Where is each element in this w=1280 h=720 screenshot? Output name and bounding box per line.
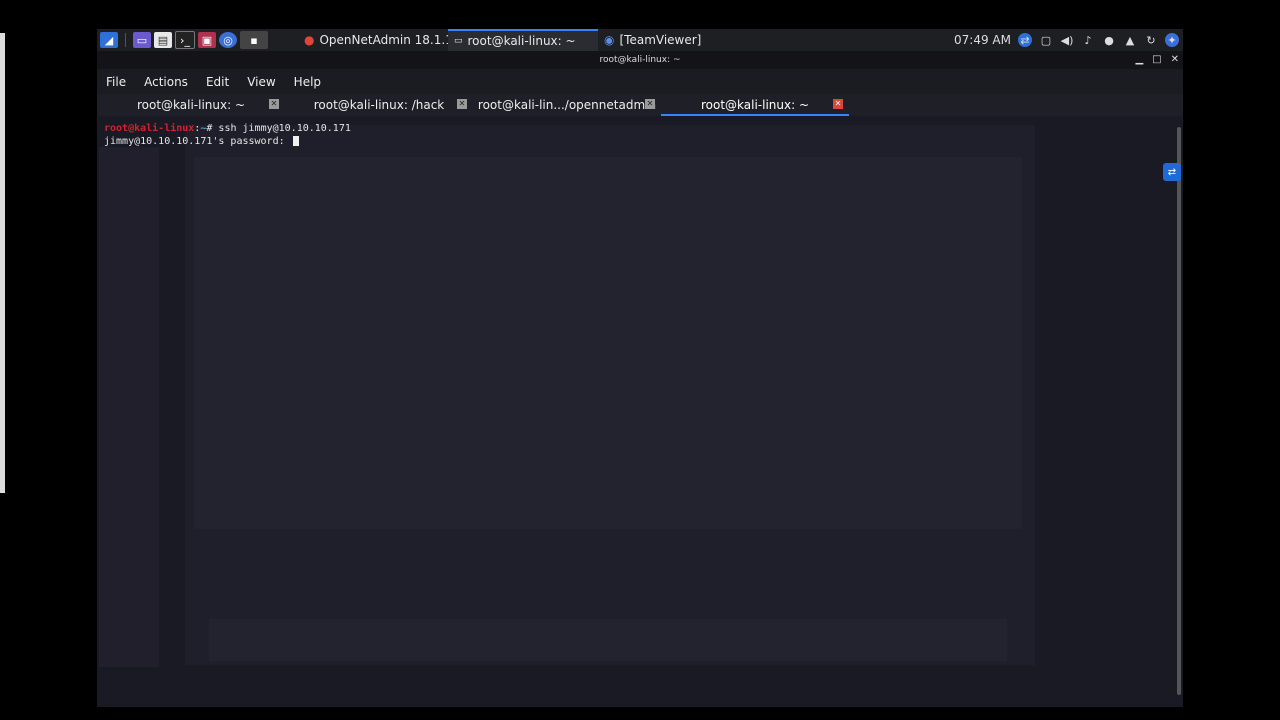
launcher-group: ◢ ▭ ▤ ›_ ▣ ◎ ▪: [97, 31, 268, 49]
firefox-icon: ●: [304, 33, 315, 47]
lock-icon[interactable]: ▲: [1123, 33, 1137, 47]
minimize-button[interactable]: ▁: [1135, 51, 1143, 69]
tab-root-home[interactable]: root@kali-linux: ~ ✕: [97, 94, 285, 116]
close-tab-icon[interactable]: ✕: [833, 99, 843, 109]
compass-icon[interactable]: ✦: [1165, 33, 1179, 47]
taskbar: ◢ ▭ ▤ ›_ ▣ ◎ ▪ ● OpenNetAdmin 18.1.1 - .…: [97, 29, 1183, 51]
clock[interactable]: 07:49 AM: [954, 33, 1011, 47]
taskbar-separator: [125, 33, 126, 47]
teamviewer-icon: ◉: [604, 33, 615, 47]
tab-label: root@kali-lin.../opennetadmin: [477, 98, 657, 112]
tab-root-hack[interactable]: root@kali-linux: /hack ✕: [285, 94, 473, 116]
maximize-button[interactable]: □: [1152, 51, 1161, 69]
menu-help[interactable]: Help: [285, 75, 330, 89]
menu-actions[interactable]: Actions: [135, 75, 197, 89]
tab-label: root@kali-linux: ~: [700, 98, 810, 112]
close-tab-icon[interactable]: ✕: [645, 99, 655, 109]
terminal-icon: ▭: [454, 36, 463, 46]
terminal-tabs: root@kali-linux: ~ ✕ root@kali-linux: /h…: [97, 94, 1183, 116]
power-icon[interactable]: ●: [1102, 33, 1116, 47]
menu-bar: File Actions Edit View Help: [97, 70, 1183, 94]
task-label: [TeamViewer]: [619, 33, 702, 47]
command-text: ssh jimmy@10.10.10.171: [218, 123, 351, 134]
teamviewer-tray-icon[interactable]: ⇄: [1018, 33, 1032, 47]
window-controls: ▁ □ ✕: [1135, 51, 1179, 69]
tab-label: root@kali-linux: /hack: [313, 98, 445, 112]
window-title: root@kali-linux: ~: [599, 55, 681, 65]
ghost-footer: [209, 619, 1007, 661]
task-opennetadmin[interactable]: ● OpenNetAdmin 18.1.1 - ...: [298, 29, 476, 51]
task-teamviewer[interactable]: ◉ [TeamViewer]: [598, 29, 748, 51]
refresh-icon[interactable]: ↻: [1144, 33, 1158, 47]
volume-icon[interactable]: ◀): [1060, 33, 1074, 47]
ghost-code-block: [194, 157, 1022, 529]
tab-root-home-active[interactable]: root@kali-linux: ~ ✕: [661, 94, 849, 116]
display-icon[interactable]: ▢: [1039, 33, 1053, 47]
system-tray: 07:49 AM ⇄ ▢ ◀) ♪ ● ▲ ↻ ✦: [954, 33, 1183, 47]
close-tab-icon[interactable]: ✕: [269, 99, 279, 109]
prompt-user: root@kali-linux: [104, 123, 195, 134]
menu-file[interactable]: File: [97, 75, 135, 89]
desktop-window: ◢ ▭ ▤ ›_ ▣ ◎ ▪ ● OpenNetAdmin 18.1.1 - .…: [97, 29, 1183, 707]
terminal-launcher-icon[interactable]: ›_: [175, 31, 195, 49]
menu-edit[interactable]: Edit: [197, 75, 238, 89]
tab-label: root@kali-linux: ~: [136, 98, 246, 112]
task-terminal[interactable]: ▭ root@kali-linux: ~: [448, 29, 598, 51]
file-manager-icon[interactable]: ▤: [154, 32, 172, 48]
browser-launcher-icon[interactable]: ◎: [219, 32, 237, 48]
menu-view[interactable]: View: [238, 75, 284, 89]
tab-root-opennetadmin[interactable]: root@kali-lin.../opennetadmin ✕: [473, 94, 661, 116]
notification-bell-icon[interactable]: ♪: [1081, 33, 1095, 47]
ghost-sidebar: [99, 147, 159, 667]
terminal-output[interactable]: root@kali-linux:~# ssh jimmy@10.10.10.17…: [97, 117, 1183, 707]
kali-menu-icon[interactable]: ◢: [100, 32, 118, 48]
background-window-edge: [0, 33, 5, 493]
terminal-lines: root@kali-linux:~# ssh jimmy@10.10.10.17…: [104, 123, 351, 148]
password-prompt: jimmy@10.10.10.171's password:: [104, 135, 291, 147]
screenshot-tool-icon[interactable]: ▣: [198, 32, 216, 48]
task-label: root@kali-linux: ~: [467, 34, 576, 48]
terminal-scrollbar[interactable]: [1177, 127, 1181, 695]
window-titlebar: root@kali-linux: ~ ▁ □ ✕: [97, 51, 1183, 69]
prompt-symbol: #: [206, 123, 219, 134]
teamviewer-panel-icon[interactable]: ⇄: [1163, 163, 1181, 181]
text-cursor: [292, 135, 299, 146]
active-terminal-launcher-icon[interactable]: ▪: [240, 31, 268, 49]
show-desktop-icon[interactable]: ▭: [133, 32, 151, 48]
translucent-background-window: [97, 117, 1183, 707]
close-button[interactable]: ✕: [1171, 51, 1179, 69]
close-tab-icon[interactable]: ✕: [457, 99, 467, 109]
